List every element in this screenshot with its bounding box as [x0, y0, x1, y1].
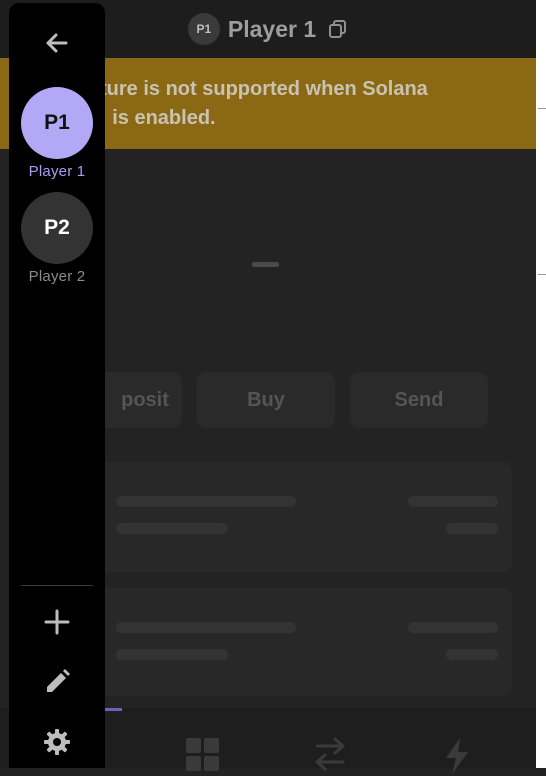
- buy-button[interactable]: Buy: [197, 372, 335, 428]
- skeleton-line: [116, 496, 296, 507]
- lightning-icon[interactable]: [438, 736, 476, 776]
- player-item-2[interactable]: P2 Player 2: [21, 192, 93, 285]
- edge-divider: [538, 108, 546, 109]
- sidebar-divider: [21, 585, 93, 586]
- player-label: Player 1: [28, 163, 86, 180]
- player-avatar: P2: [21, 192, 93, 264]
- tab-active-indicator: [104, 708, 122, 711]
- copy-icon[interactable]: [328, 19, 348, 39]
- skeleton-line: [446, 523, 498, 534]
- pencil-icon[interactable]: [42, 667, 72, 697]
- skeleton-line: [116, 649, 228, 660]
- window-edge: [536, 0, 546, 768]
- plus-icon[interactable]: [42, 607, 72, 637]
- swap-icon[interactable]: [311, 736, 349, 776]
- header-avatar[interactable]: P1: [187, 13, 220, 45]
- arrow-left-icon[interactable]: [39, 25, 75, 61]
- send-button[interactable]: Send: [350, 372, 488, 428]
- skeleton-line: [446, 649, 498, 660]
- skeleton-line: [408, 496, 498, 507]
- edge-divider: [538, 274, 546, 275]
- token-card-skeleton: [84, 462, 512, 572]
- player-sidebar: P1 Player 1 P2 Player 2: [9, 3, 105, 768]
- player-label: Player 2: [28, 268, 86, 285]
- gear-icon[interactable]: [42, 727, 72, 757]
- grid-icon[interactable]: [184, 736, 222, 776]
- skeleton-line: [408, 622, 498, 633]
- token-card-skeleton: [84, 588, 512, 696]
- skeleton-line: [116, 523, 228, 534]
- player-avatar: P1: [21, 87, 93, 159]
- header-title[interactable]: Player 1: [228, 16, 316, 43]
- skeleton-line: [116, 622, 296, 633]
- balance-placeholder: [252, 262, 279, 267]
- player-item-1[interactable]: P1 Player 1: [21, 87, 93, 180]
- deposit-button-label: posit: [121, 388, 169, 411]
- warning-banner-text: ture is not supported when Solana : is e…: [100, 78, 428, 129]
